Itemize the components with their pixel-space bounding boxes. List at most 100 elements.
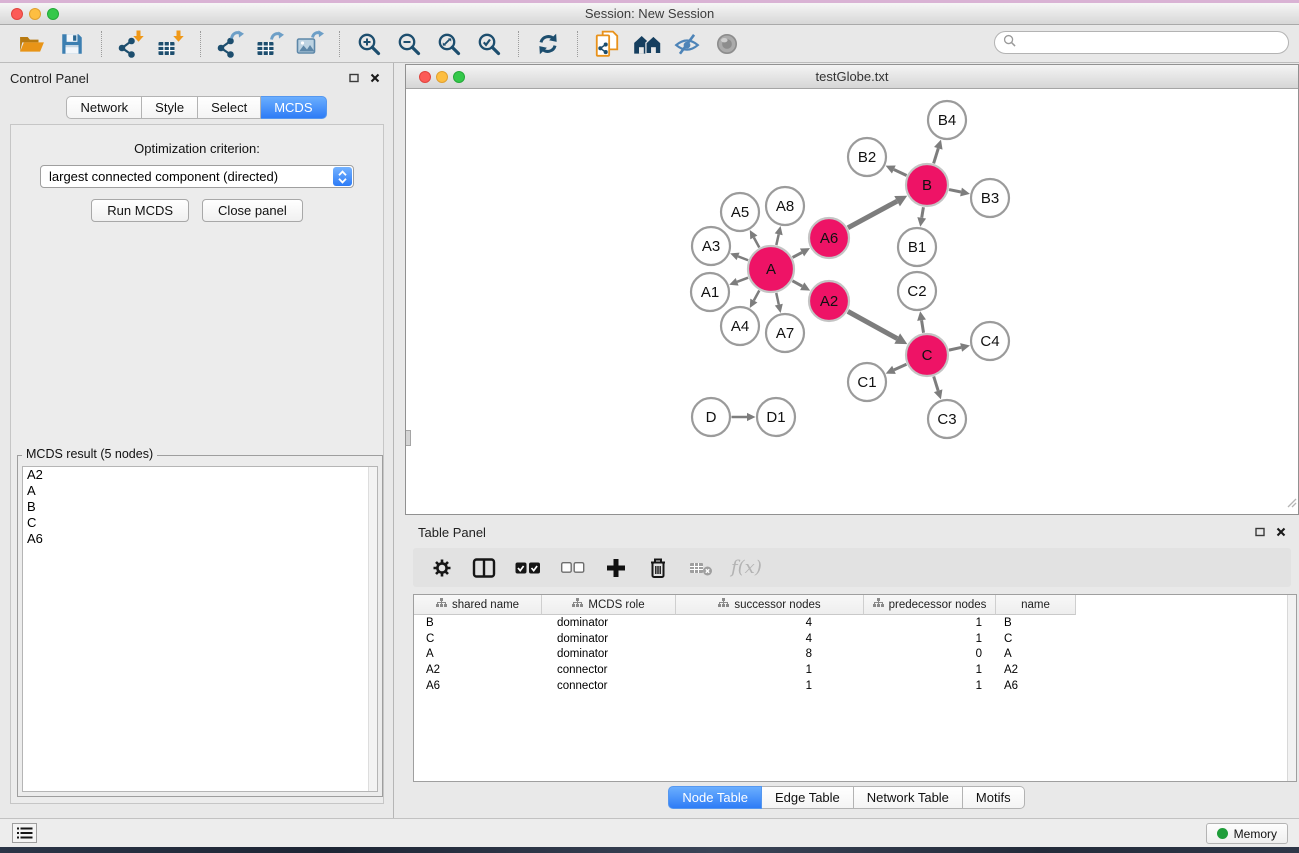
tab-select[interactable]: Select — [198, 96, 261, 119]
export-network-icon[interactable] — [213, 28, 247, 60]
edge-C-C4[interactable] — [949, 343, 970, 352]
show-panels-list-button[interactable] — [12, 823, 37, 843]
table-cell[interactable]: 1 — [676, 664, 864, 676]
table-cell[interactable]: connector — [542, 680, 676, 692]
table-cell[interactable]: A — [414, 648, 542, 660]
export-image-icon[interactable] — [293, 28, 327, 60]
graph-node-A6[interactable]: A6 — [809, 218, 849, 258]
window-resize-grip[interactable] — [1285, 495, 1297, 513]
minimize-window-button[interactable] — [29, 8, 41, 20]
graph-node-A[interactable]: A — [748, 246, 794, 292]
hide-selected-icon[interactable] — [670, 28, 704, 60]
table-cell[interactable]: 1 — [864, 633, 996, 645]
graph-node-C2[interactable]: C2 — [898, 272, 936, 310]
column-header-MCDS-role[interactable]: MCDS role — [542, 595, 676, 615]
run-mcds-button[interactable]: Run MCDS — [91, 199, 189, 222]
tab-network-table[interactable]: Network Table — [854, 786, 963, 809]
refresh-icon[interactable] — [531, 28, 565, 60]
edge-A6-B[interactable] — [848, 196, 907, 228]
graph-node-C3[interactable]: C3 — [928, 400, 966, 438]
table-row[interactable]: Bdominator41B — [414, 615, 1296, 631]
table-row[interactable]: Adominator80A — [414, 646, 1296, 662]
search-input[interactable] — [1021, 36, 1288, 50]
edge-C-C2[interactable] — [917, 311, 926, 333]
table-cell[interactable]: A2 — [414, 664, 542, 676]
graph-node-A5[interactable]: A5 — [721, 193, 759, 231]
network-minimize-button[interactable] — [436, 71, 448, 83]
open-session-icon[interactable] — [15, 28, 49, 60]
edge-A-A5[interactable] — [750, 230, 760, 247]
tab-node-table[interactable]: Node Table — [668, 786, 762, 809]
mcds-list-scrollbar[interactable] — [368, 467, 377, 791]
graph-node-B[interactable]: B — [906, 164, 948, 206]
split-table-icon[interactable] — [471, 555, 497, 581]
column-header-successor-nodes[interactable]: successor nodes — [676, 595, 864, 615]
zoom-in-icon[interactable] — [352, 28, 386, 60]
mcds-result-item[interactable]: A — [23, 483, 377, 499]
table-cell[interactable]: 1 — [864, 617, 996, 629]
graph-node-B1[interactable]: B1 — [898, 228, 936, 266]
graph-node-B3[interactable]: B3 — [971, 179, 1009, 217]
table-row[interactable]: A2connector11A2 — [414, 662, 1296, 678]
table-row[interactable]: Cdominator41C — [414, 631, 1296, 647]
table-cell[interactable]: A6 — [996, 680, 1076, 692]
table-cell[interactable]: connector — [542, 664, 676, 676]
mcds-result-item[interactable]: A6 — [23, 531, 377, 547]
table-settings-icon[interactable] — [429, 555, 455, 581]
table-cell[interactable]: C — [414, 633, 542, 645]
graph-node-A2[interactable]: A2 — [809, 281, 849, 321]
graph-node-C4[interactable]: C4 — [971, 322, 1009, 360]
edge-A-A3[interactable] — [730, 253, 748, 261]
optimization-criterion-select[interactable]: largest connected component (directed) — [40, 165, 354, 188]
table-cell[interactable]: dominator — [542, 648, 676, 660]
table-cell[interactable]: 4 — [676, 617, 864, 629]
show-all-icon[interactable] — [710, 28, 744, 60]
table-cell[interactable]: A — [996, 648, 1076, 660]
edge-A-A2[interactable] — [792, 281, 810, 291]
edge-B-B3[interactable] — [949, 188, 970, 197]
network-maximize-button[interactable] — [453, 71, 465, 83]
close-panel-button[interactable]: Close panel — [202, 199, 303, 222]
tab-motifs[interactable]: Motifs — [963, 786, 1025, 809]
table-cell[interactable]: B — [414, 617, 542, 629]
edge-A2-C[interactable] — [848, 311, 907, 344]
canvas-side-handle[interactable] — [406, 430, 411, 446]
mcds-result-item[interactable]: A2 — [23, 467, 377, 483]
graph-node-C1[interactable]: C1 — [848, 363, 886, 401]
mcds-result-item[interactable]: C — [23, 515, 377, 531]
float-panel-icon[interactable] — [348, 72, 360, 84]
table-cell[interactable]: A2 — [996, 664, 1076, 676]
graph-node-B4[interactable]: B4 — [928, 101, 966, 139]
network-canvas[interactable]: B4B2BB3A8A5A6A3B1AC2A1A2A4A7C4CC1C3DD1 — [406, 89, 1298, 514]
import-table-icon[interactable] — [154, 28, 188, 60]
edge-C-C1[interactable] — [886, 364, 907, 374]
graph-node-A8[interactable]: A8 — [766, 187, 804, 225]
export-table-icon[interactable] — [253, 28, 287, 60]
select-all-icon[interactable] — [513, 555, 543, 581]
column-header-name[interactable]: name — [996, 595, 1076, 615]
network-close-button[interactable] — [419, 71, 431, 83]
graph-node-A7[interactable]: A7 — [766, 314, 804, 352]
graph-node-A1[interactable]: A1 — [691, 273, 729, 311]
tab-style[interactable]: Style — [142, 96, 198, 119]
memory-button[interactable]: Memory — [1206, 823, 1288, 844]
mcds-result-item[interactable]: B — [23, 499, 377, 515]
zoom-selected-icon[interactable] — [472, 28, 506, 60]
edge-A-A7[interactable] — [775, 293, 783, 313]
edge-D-D1[interactable] — [732, 413, 756, 421]
zoom-fit-icon[interactable] — [432, 28, 466, 60]
maximize-window-button[interactable] — [47, 8, 59, 20]
edge-A-A8[interactable] — [775, 226, 783, 245]
new-network-from-selection-icon[interactable] — [590, 28, 624, 60]
tab-mcds[interactable]: MCDS — [261, 96, 326, 119]
edge-C-C3[interactable] — [934, 376, 943, 399]
function-builder-icon[interactable]: f(x) — [731, 557, 762, 578]
close-panel-icon[interactable] — [1275, 526, 1287, 538]
save-session-icon[interactable] — [55, 28, 89, 60]
graph-node-B2[interactable]: B2 — [848, 138, 886, 176]
edge-A-A6[interactable] — [793, 248, 810, 257]
first-neighbors-icon[interactable] — [630, 28, 664, 60]
close-panel-icon[interactable] — [369, 72, 381, 84]
table-cell[interactable]: 1 — [676, 680, 864, 692]
table-cell[interactable]: A6 — [414, 680, 542, 692]
